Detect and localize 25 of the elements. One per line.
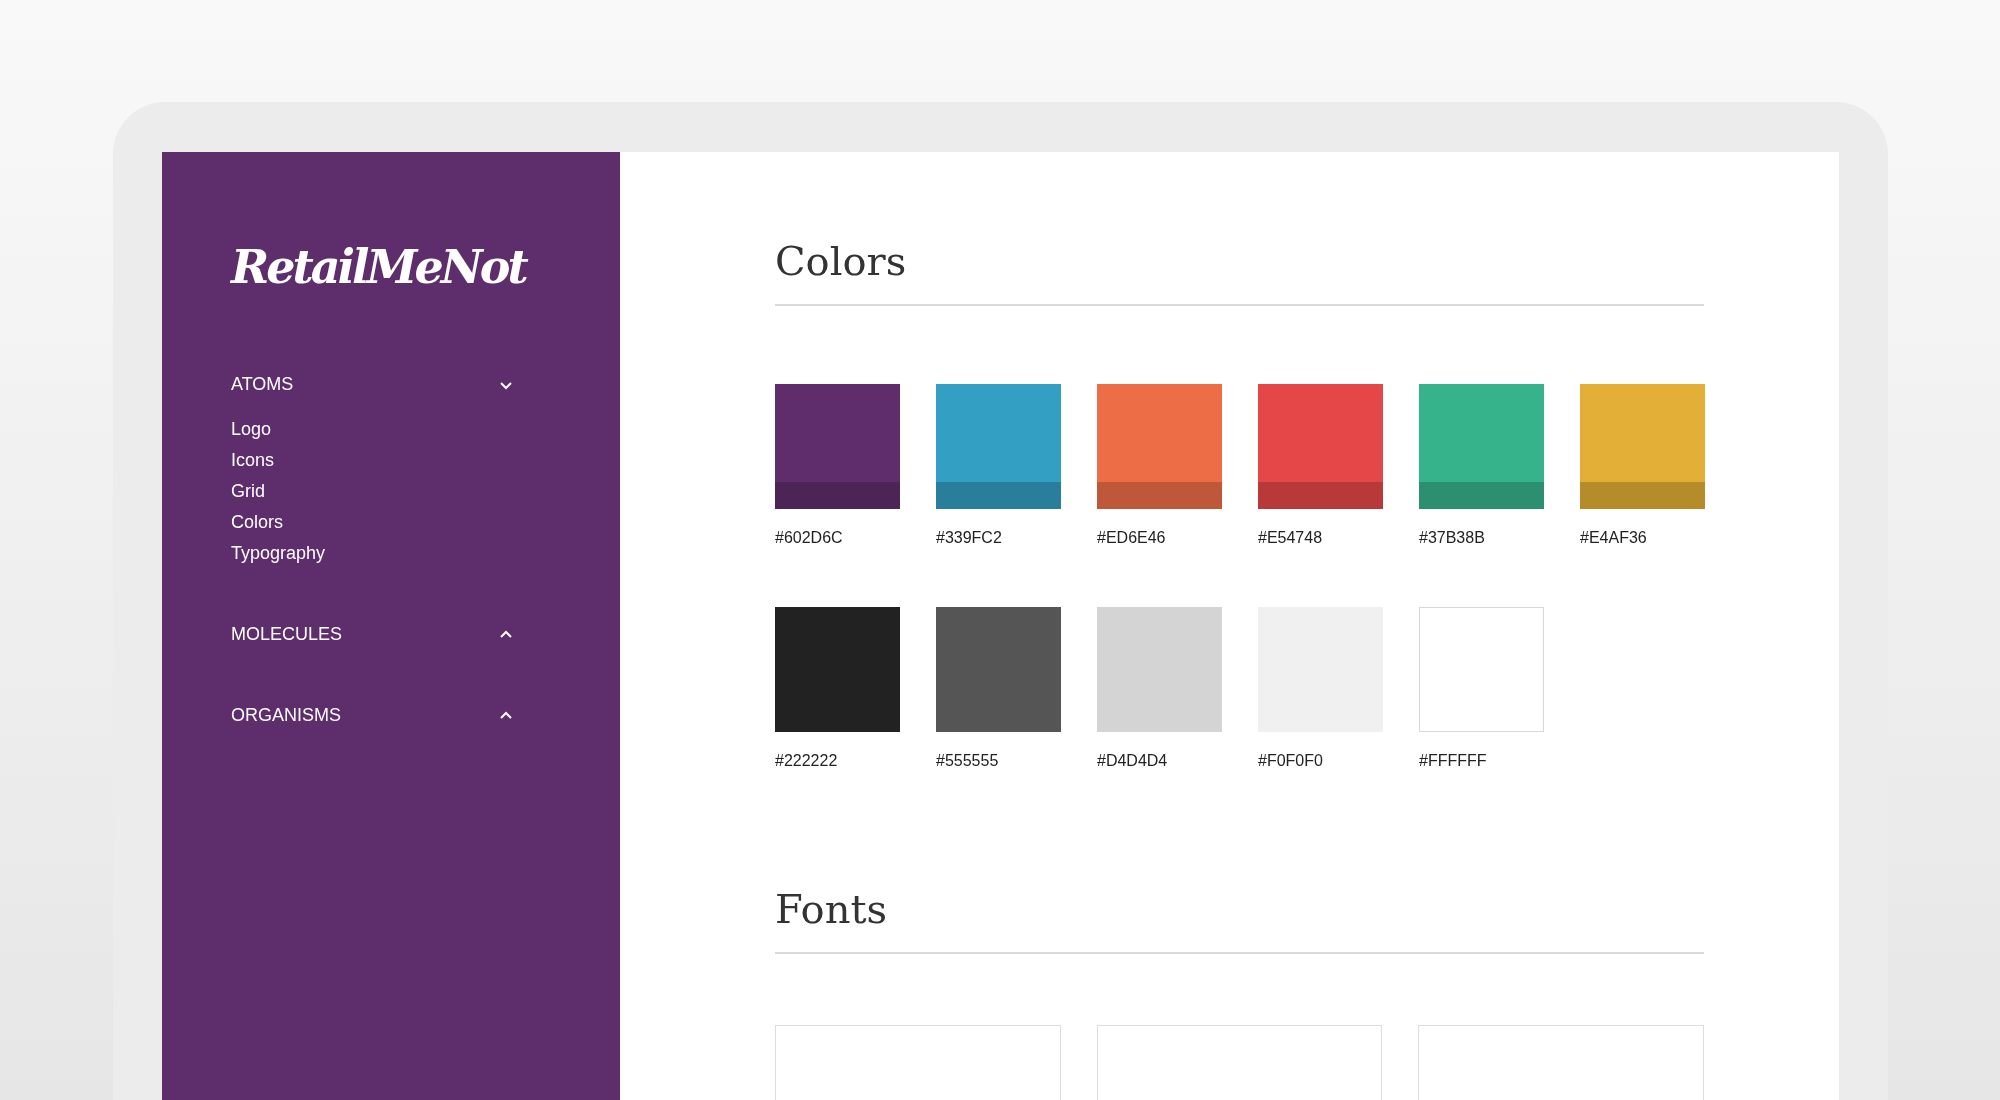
nav-link[interactable]: Logo: [231, 419, 272, 440]
color-code: #E54748: [1258, 529, 1324, 547]
nav-link[interactable]: Colors: [231, 512, 283, 533]
color-code: #222222: [775, 752, 839, 770]
color-code: #D4D4D4: [1097, 752, 1169, 770]
color-code: #37B38B: [1419, 529, 1486, 547]
chevron-up-icon: [499, 629, 513, 640]
color-code: #FFFFFF: [1419, 752, 1488, 770]
nav-section-header[interactable]: MOLECULES: [231, 624, 513, 645]
color-code: #ED6E46: [1097, 529, 1167, 547]
nav-section-header[interactable]: ATOMS: [231, 374, 513, 395]
color-code: #E4AF36: [1580, 529, 1648, 547]
nav-section-header[interactable]: ORGANISMS: [231, 705, 513, 726]
nav-link[interactable]: Icons: [231, 450, 275, 471]
chevron-up-icon: [499, 710, 513, 721]
color-code: #602D6C: [775, 529, 844, 547]
logo: RetailMeNot: [231, 240, 526, 294]
color-code: #555555: [936, 752, 1000, 770]
color-code: #339FC2: [936, 529, 1003, 547]
color-code: #F0F0F0: [1258, 752, 1324, 770]
nav-link[interactable]: Typography: [231, 543, 326, 564]
nav-link[interactable]: Grid: [231, 481, 265, 502]
chevron-down-icon: [499, 379, 513, 390]
section-heading: Colors: [775, 238, 1704, 306]
section-heading: Fonts: [775, 886, 1704, 954]
